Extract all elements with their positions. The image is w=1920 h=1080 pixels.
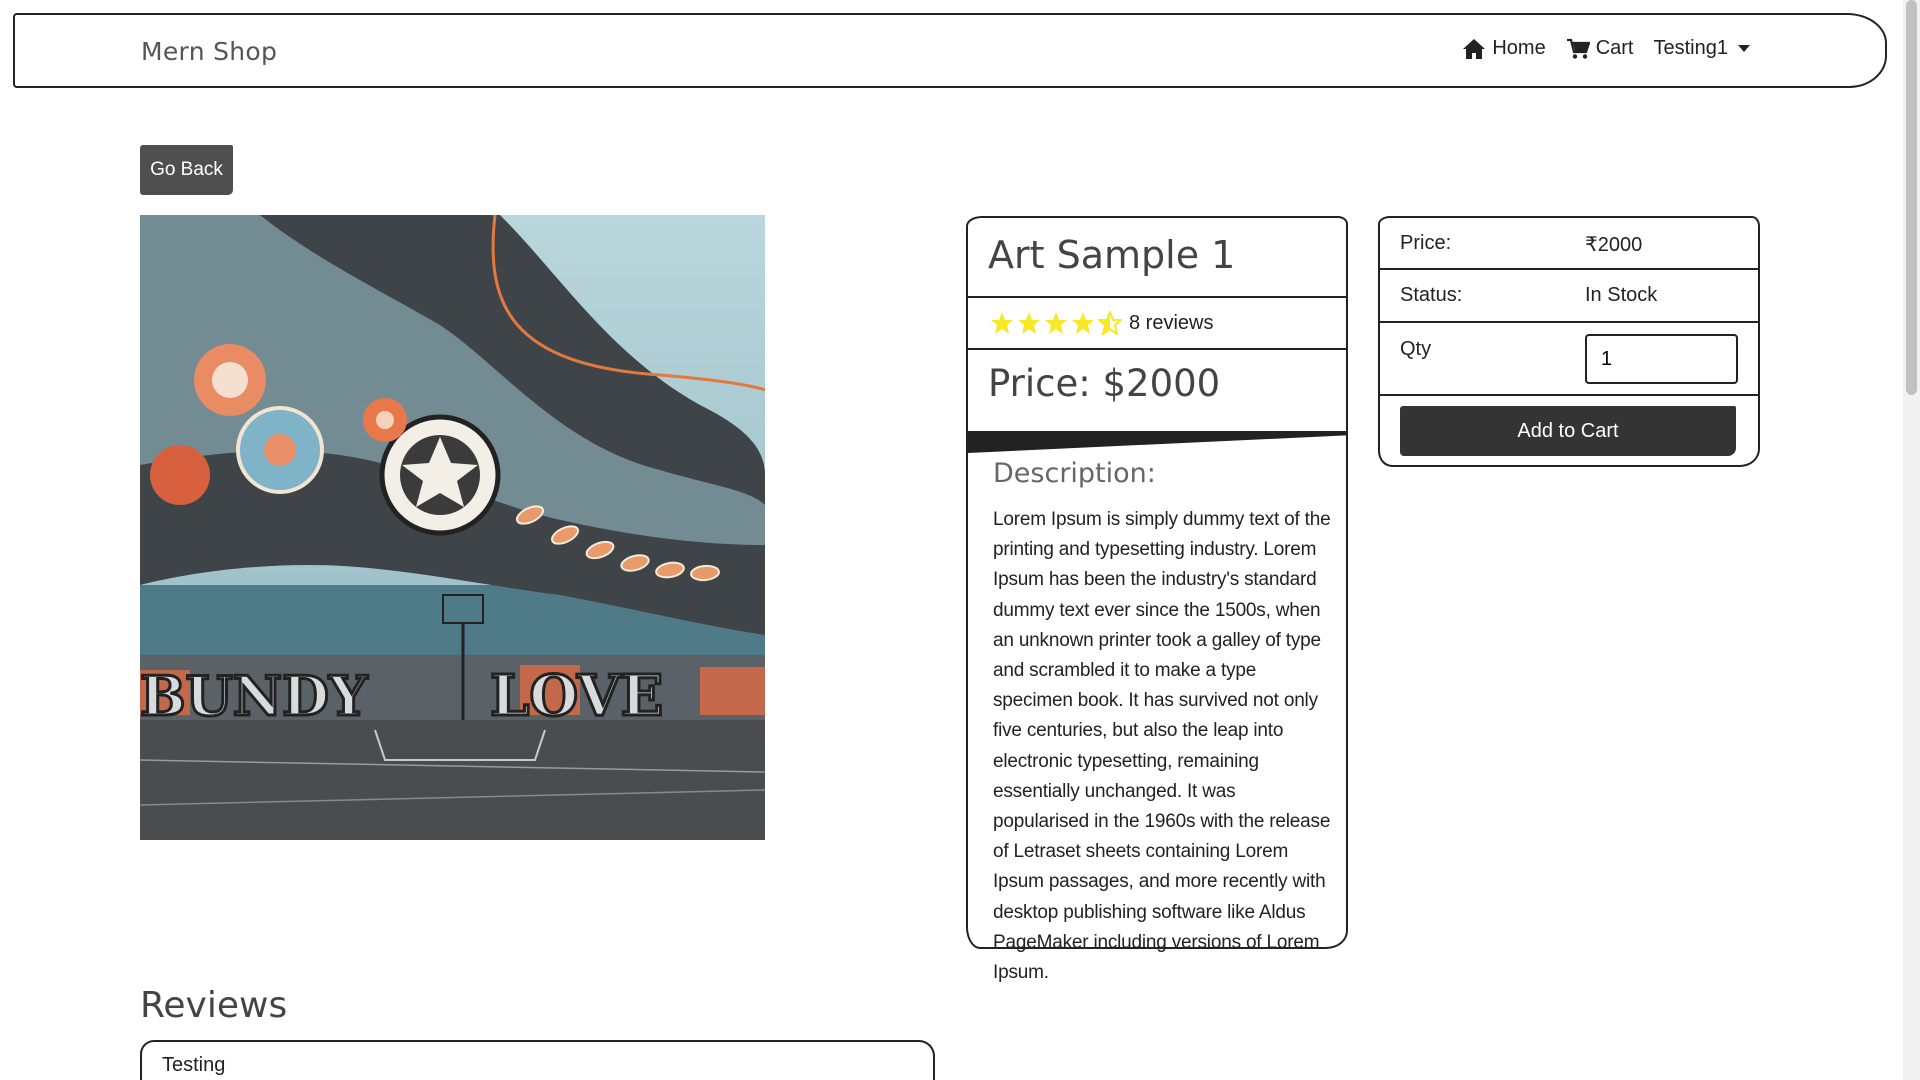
nav-home-link[interactable]: Home <box>1462 37 1546 60</box>
review-item: Testing <box>140 1040 935 1080</box>
nav-cart-label: Cart <box>1595 37 1634 59</box>
go-back-button[interactable]: Go Back <box>140 145 233 195</box>
product-price: Price: $2000 <box>988 362 1221 405</box>
reviews-count: 8 reviews <box>1129 311 1214 334</box>
star-half-icon <box>1098 311 1122 335</box>
nav-home-label: Home <box>1492 37 1546 59</box>
qty-input[interactable] <box>1585 334 1738 384</box>
status-label: Status: <box>1400 284 1463 306</box>
svg-text:BUNDY: BUNDY <box>140 664 369 728</box>
page-scrollbar[interactable] <box>1903 0 1920 1080</box>
price-value: ₹2000 <box>1585 234 1643 256</box>
brand-logo[interactable]: Mern Shop <box>141 37 277 66</box>
reviews-heading: Reviews <box>140 985 288 1026</box>
scrollbar-thumb[interactable] <box>1906 0 1917 395</box>
purchase-card: Price: ₹2000 Status: In Stock Qty Add to… <box>1378 216 1760 467</box>
divider <box>1380 268 1758 270</box>
star-full-icon <box>1045 312 1067 334</box>
description-heading: Description: <box>993 458 1156 489</box>
divider <box>968 431 1346 453</box>
product-title: Art Sample 1 <box>988 233 1236 277</box>
add-to-cart-button[interactable]: Add to Cart <box>1400 406 1736 456</box>
user-dropdown[interactable]: Testing1 <box>1653 37 1750 60</box>
nav-links: Home Cart Testing1 <box>1462 37 1750 60</box>
price-label: Price: <box>1400 232 1452 254</box>
nav-cart-link[interactable]: Cart <box>1566 37 1634 60</box>
star-full-icon <box>1072 312 1094 334</box>
chevron-down-icon <box>1738 45 1750 52</box>
status-value: In Stock <box>1585 284 1658 306</box>
product-description: Lorem Ipsum is simply dummy text of the … <box>993 509 1331 984</box>
product-info-card: Art Sample 1 8 reviews Price: $2000 Desc… <box>966 216 1348 983</box>
divider <box>968 348 1346 350</box>
navbar: Mern Shop Home Cart Testing1 <box>13 13 1887 88</box>
star-full-icon <box>1018 312 1040 334</box>
svg-text:LOVE: LOVE <box>490 663 663 729</box>
product-rating: 8 reviews <box>990 311 1213 335</box>
qty-label: Qty <box>1400 338 1432 360</box>
divider <box>1380 321 1758 323</box>
review-author: Testing <box>162 1054 226 1076</box>
cart-icon <box>1566 38 1590 59</box>
divider <box>1380 394 1758 396</box>
star-full-icon <box>991 312 1013 334</box>
divider <box>968 296 1346 298</box>
product-image: BUNDY LOVE <box>140 215 765 840</box>
home-icon <box>1463 38 1486 59</box>
user-name: Testing1 <box>1653 37 1729 59</box>
